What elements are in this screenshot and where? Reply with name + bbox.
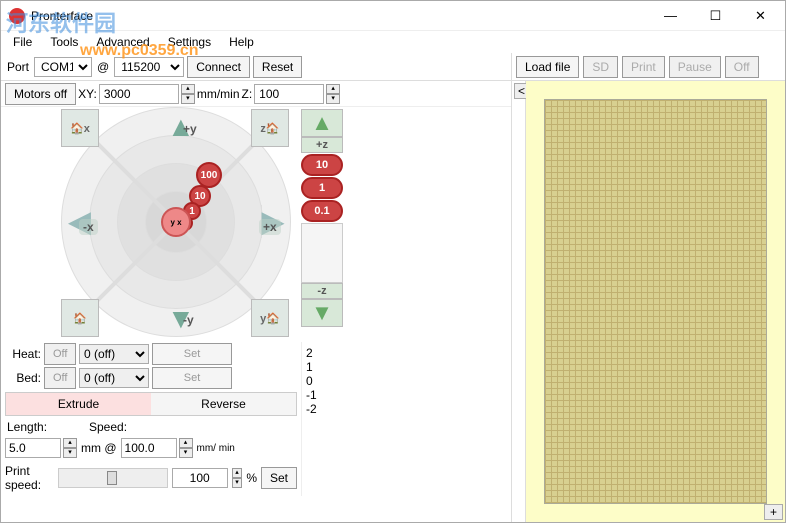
heat-set-button[interactable]: Set: [152, 343, 232, 365]
baud-at: @: [95, 60, 111, 74]
ytick-2: 2: [306, 346, 507, 360]
close-button[interactable]: ✕: [738, 2, 783, 30]
axis-y-plus: +y: [179, 121, 201, 137]
z-label: Z:: [242, 87, 253, 101]
printspeed-slider[interactable]: [58, 468, 168, 488]
ytick-0: 0: [306, 374, 507, 388]
pct-label: %: [246, 471, 257, 485]
reset-button[interactable]: Reset: [253, 56, 302, 78]
mmmin-label: mm/min: [197, 87, 240, 101]
ytick-1: 1: [306, 360, 507, 374]
printspeed-spinner[interactable]: ▴▾: [232, 468, 243, 488]
axis-x-plus: +x: [259, 219, 281, 235]
heat-label: Heat:: [5, 347, 41, 361]
bed-off-button[interactable]: Off: [44, 367, 76, 389]
home-x-button[interactable]: 🏠x: [61, 109, 99, 147]
menu-advanced[interactable]: Advanced: [88, 33, 157, 51]
menu-settings[interactable]: Settings: [160, 33, 219, 51]
printspeed-input[interactable]: [172, 468, 228, 488]
menubar: File Tools Advanced Settings Help: [1, 31, 785, 53]
speed-spinner[interactable]: ▴▾: [179, 438, 193, 458]
z-1-button[interactable]: 1: [301, 177, 343, 199]
bed-temp-select[interactable]: 0 (off): [79, 368, 149, 388]
length-label: Length:: [5, 420, 49, 434]
home-y-button[interactable]: y🏠: [251, 299, 289, 337]
connect-button[interactable]: Connect: [187, 56, 250, 78]
z-01-button[interactable]: 0.1: [301, 200, 343, 222]
motors-off-button[interactable]: Motors off: [5, 83, 76, 105]
z-plus-label: +z: [301, 137, 343, 153]
z-jog-column: ▲ +z 10 1 0.1 -z ▼: [301, 109, 343, 335]
jog-panel: ▲ ▼ ◀ ▶ +y -y -x +x 100 10 1 0.1 y x 🏠x …: [1, 107, 511, 342]
bed-set-button[interactable]: Set: [152, 367, 232, 389]
xy-feedrate-input[interactable]: [99, 84, 179, 104]
z-10-button[interactable]: 10: [301, 154, 343, 176]
heat-off-button[interactable]: Off: [44, 343, 76, 365]
print-button[interactable]: Print: [622, 56, 665, 78]
sd-button[interactable]: SD: [583, 56, 618, 78]
mm-at-label: mm @: [79, 441, 119, 455]
app-icon: [9, 8, 25, 24]
printspeed-label: Print speed:: [5, 464, 54, 492]
home-all-button[interactable]: 🏠: [61, 299, 99, 337]
speed-label: Speed:: [87, 420, 129, 434]
connection-toolbar: Port COM1 @ 115200 Connect Reset: [1, 53, 511, 81]
menu-help[interactable]: Help: [221, 33, 262, 51]
menu-file[interactable]: File: [5, 33, 40, 51]
off-button[interactable]: Off: [725, 56, 759, 78]
z-up-arrow-icon[interactable]: ▲: [301, 109, 343, 137]
pause-button[interactable]: Pause: [669, 56, 721, 78]
length-input[interactable]: [5, 438, 61, 458]
minimize-button[interactable]: —: [648, 2, 693, 30]
heat-temp-select[interactable]: 0 (off): [79, 344, 149, 364]
feedrate-row: Motors off XY: ▴▾ mm/min Z: ▴▾: [1, 81, 511, 107]
axis-x-minus: -x: [79, 219, 98, 235]
axis-y-minus: -y: [179, 312, 198, 328]
ytick-n1: -1: [306, 388, 507, 402]
xy-label: XY:: [78, 87, 97, 101]
z-minus-label: -z: [301, 283, 343, 299]
build-plate-grid: [544, 99, 767, 504]
extrude-button[interactable]: Extrude: [6, 393, 151, 415]
plus-icon[interactable]: +: [764, 504, 783, 520]
window-title: Pronterface: [31, 9, 648, 23]
extrude-reverse-bar: Extrude Reverse: [5, 392, 297, 416]
length-spinner[interactable]: ▴▾: [63, 438, 77, 458]
xy-spinner[interactable]: ▴▾: [181, 84, 195, 104]
speed-input[interactable]: [121, 438, 177, 458]
file-toolbar: Load file SD Print Pause Off: [512, 53, 785, 81]
z-feedrate-input[interactable]: [254, 84, 324, 104]
z-down-arrow-icon[interactable]: ▼: [301, 299, 343, 327]
gcode-viewer[interactable]: +: [526, 81, 785, 522]
z-mid-spacer: [301, 223, 343, 283]
bed-label: Bed:: [5, 371, 41, 385]
baud-select[interactable]: 115200: [114, 57, 184, 77]
load-file-button[interactable]: Load file: [516, 56, 579, 78]
mm-min-label: mm/ min: [195, 444, 237, 453]
reverse-button[interactable]: Reverse: [151, 393, 296, 415]
titlebar: Pronterface — ☐ ✕: [1, 1, 785, 31]
menu-tools[interactable]: Tools: [42, 33, 86, 51]
home-z-button[interactable]: z🏠: [251, 109, 289, 147]
port-label: Port: [5, 60, 31, 74]
temp-chart: 2 1 0 -1 -2: [306, 346, 507, 492]
ytick-n2: -2: [306, 402, 507, 416]
printspeed-set-button[interactable]: Set: [261, 467, 297, 489]
viewer-collapse-bar[interactable]: <: [512, 81, 526, 522]
z-spinner[interactable]: ▴▾: [326, 84, 340, 104]
port-select[interactable]: COM1: [34, 57, 92, 77]
jog-center-icon[interactable]: y x: [161, 207, 191, 237]
maximize-button[interactable]: ☐: [693, 2, 738, 30]
